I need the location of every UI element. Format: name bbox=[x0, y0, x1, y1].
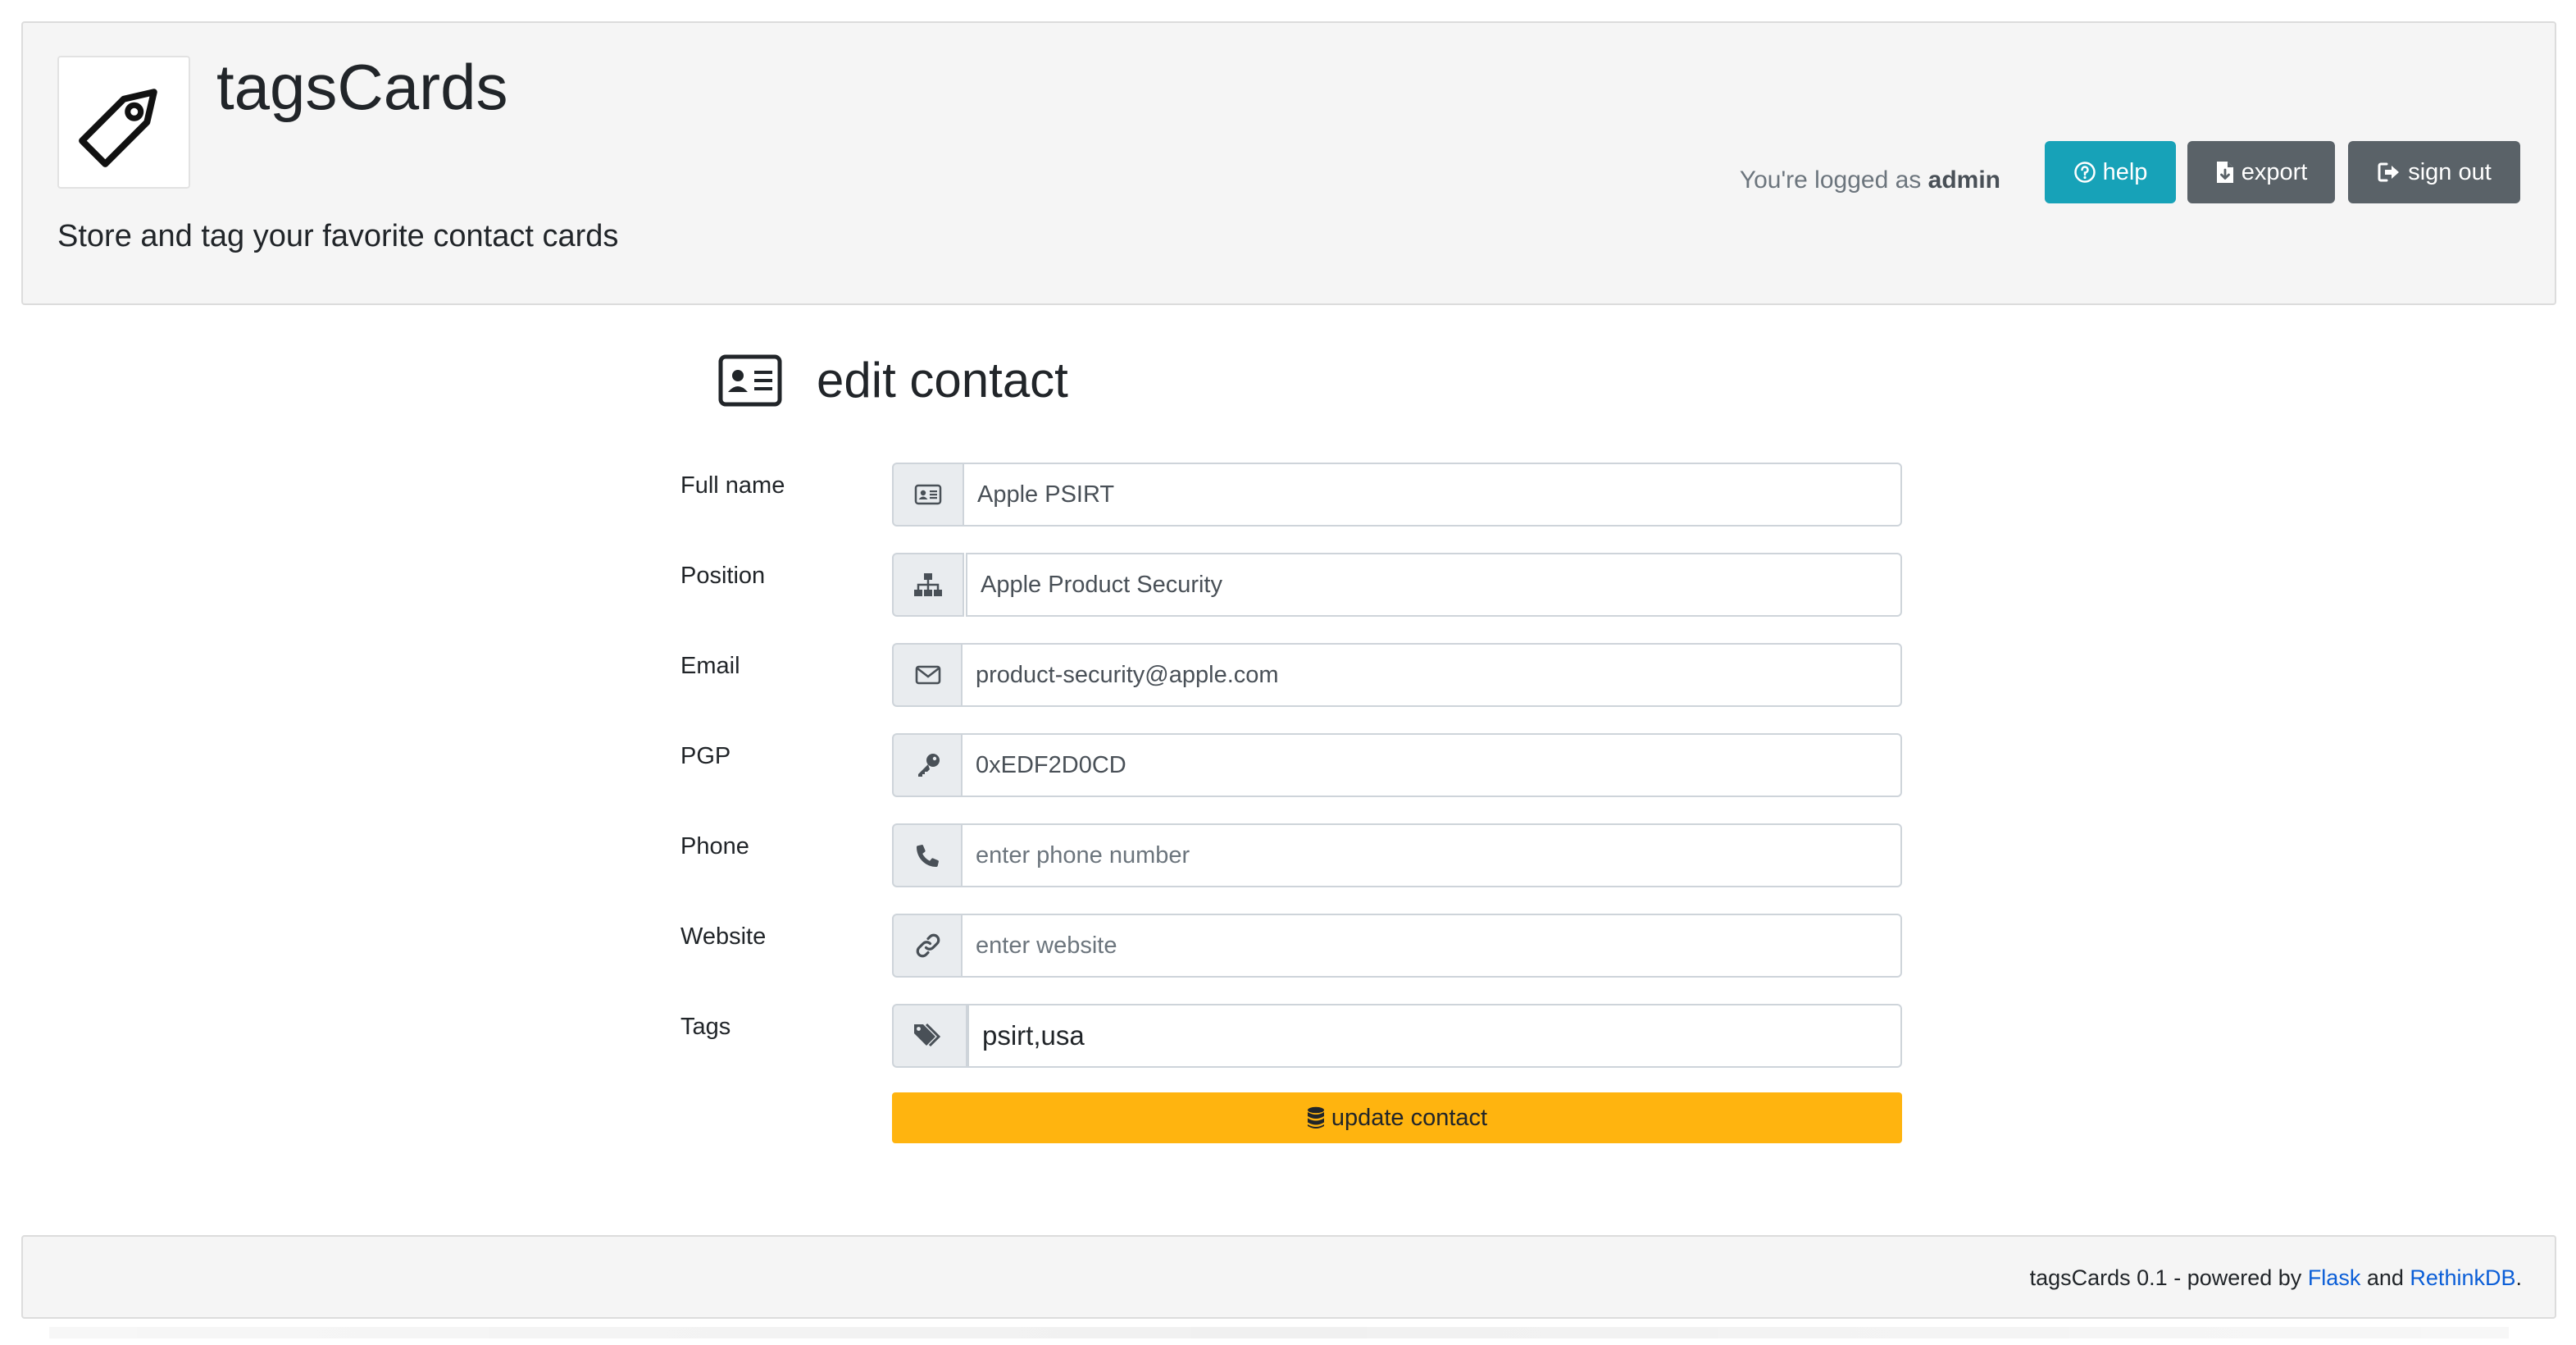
app-logo bbox=[57, 56, 190, 189]
envelope-icon bbox=[892, 643, 964, 707]
form-row-website: Website bbox=[0, 914, 2576, 979]
form-row-pgp: PGP bbox=[0, 733, 2576, 799]
pgp-label: PGP bbox=[680, 743, 731, 769]
file-download-icon bbox=[2216, 162, 2233, 183]
id-card-icon bbox=[892, 463, 964, 527]
tags-input[interactable] bbox=[967, 1004, 1902, 1068]
rethinkdb-link[interactable]: RethinkDB bbox=[2410, 1265, 2515, 1290]
form-row-position: Position bbox=[0, 553, 2576, 618]
form-row-tags: Tags bbox=[0, 1004, 2576, 1069]
form-row-phone: Phone bbox=[0, 823, 2576, 889]
tags-icon bbox=[892, 1004, 967, 1068]
website-input[interactable] bbox=[961, 914, 1902, 978]
page-heading: edit contact bbox=[718, 348, 1068, 413]
key-icon bbox=[892, 733, 964, 797]
tagline: Store and tag your favorite contact card… bbox=[57, 219, 619, 253]
flask-link[interactable]: Flask bbox=[2308, 1265, 2361, 1290]
email-input[interactable] bbox=[961, 643, 1902, 707]
sign-out-button[interactable]: sign out bbox=[2348, 141, 2520, 203]
page-title: edit contact bbox=[817, 353, 1068, 408]
position-input[interactable] bbox=[966, 553, 1902, 617]
update-contact-label: update contact bbox=[1331, 1104, 1488, 1131]
footer: tagsCards 0.1 - powered by Flask and Ret… bbox=[21, 1235, 2556, 1319]
app-title: tagsCards bbox=[216, 51, 508, 123]
logged-in-status: You're logged as admin bbox=[1740, 157, 2000, 203]
help-label: help bbox=[2102, 158, 2148, 185]
form-row-full-name: Full name bbox=[0, 463, 2576, 528]
website-label: Website bbox=[680, 923, 767, 950]
database-icon bbox=[1307, 1106, 1324, 1128]
phone-input[interactable] bbox=[961, 823, 1902, 887]
link-icon bbox=[892, 914, 964, 978]
sitemap-icon bbox=[892, 553, 964, 617]
logged-username: admin bbox=[1927, 166, 2000, 194]
export-button[interactable]: export bbox=[2187, 141, 2335, 203]
footer-and: and bbox=[2366, 1265, 2404, 1290]
footer-shadow bbox=[49, 1327, 2509, 1338]
full-name-input[interactable] bbox=[963, 463, 1902, 527]
phone-icon bbox=[892, 823, 964, 887]
email-label: Email bbox=[680, 653, 740, 679]
logged-prefix: You're logged as bbox=[1739, 166, 1922, 194]
update-contact-button[interactable]: update contact bbox=[892, 1092, 1902, 1143]
position-label: Position bbox=[680, 563, 766, 589]
full-name-label: Full name bbox=[680, 472, 785, 499]
pgp-input[interactable] bbox=[961, 733, 1902, 797]
header-jumbotron: tagsCards Store and tag your favorite co… bbox=[21, 21, 2556, 305]
footer-credits: tagsCards 0.1 - powered by Flask and Ret… bbox=[2030, 1261, 2522, 1294]
footer-prefix: tagsCards 0.1 - powered by bbox=[2029, 1265, 2302, 1290]
help-button[interactable]: help bbox=[2045, 141, 2176, 203]
sign-out-icon bbox=[2378, 162, 2400, 182]
phone-label: Phone bbox=[680, 833, 749, 859]
question-circle-icon bbox=[2073, 162, 2096, 183]
footer-suffix: . bbox=[2515, 1265, 2522, 1290]
tag-logo-icon bbox=[79, 89, 157, 167]
export-label: export bbox=[2241, 158, 2308, 185]
sign-out-label: sign out bbox=[2408, 158, 2492, 185]
tags-label: Tags bbox=[680, 1014, 731, 1040]
address-card-icon bbox=[718, 352, 782, 409]
form-row-email: Email bbox=[0, 643, 2576, 709]
